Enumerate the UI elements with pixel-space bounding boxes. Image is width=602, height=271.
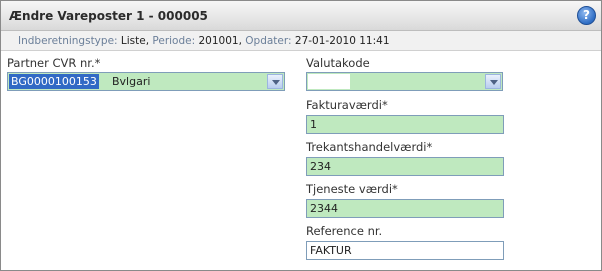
- partner-cvr-select[interactable]: BG0000100153 Bvlgari: [7, 72, 285, 91]
- title-bar: Ændre Vareposter 1 - 000005 ?: [1, 1, 601, 31]
- dialog-title: Ændre Vareposter 1 - 000005: [9, 9, 208, 23]
- triangular-trade-value-field[interactable]: [306, 157, 504, 176]
- partner-cvr-label: Partner CVR nr.*: [7, 56, 101, 70]
- report-type-value: Liste,: [120, 35, 150, 47]
- service-value-field[interactable]: [306, 199, 504, 218]
- reference-number-label: Reference nr.: [306, 224, 383, 238]
- chevron-down-icon[interactable]: [485, 74, 501, 89]
- updated-label: Opdater:: [245, 35, 292, 47]
- reference-number-field[interactable]: [306, 241, 504, 260]
- currency-code-value: [308, 74, 350, 89]
- period-label: Periode:: [152, 35, 196, 47]
- currency-code-select[interactable]: [306, 72, 503, 91]
- report-type-label: Indberetningstype:: [18, 35, 118, 47]
- currency-code-label: Valutakode: [306, 56, 370, 70]
- updated-value: 27-01-2010 11:41: [294, 35, 390, 47]
- triangular-trade-value-label: Trekantshandelværdi*: [306, 140, 433, 154]
- info-bar: Indberetningstype: Liste, Periode: 20100…: [1, 31, 601, 51]
- partner-code: BG0000100153: [9, 74, 99, 89]
- chevron-down-icon[interactable]: [267, 74, 283, 89]
- invoice-value-label: Fakturaværdi*: [306, 98, 388, 112]
- partner-name: Bvlgari: [112, 75, 151, 88]
- service-value-label: Tjeneste værdi*: [306, 182, 398, 196]
- period-value: 201001,: [198, 35, 242, 47]
- invoice-value-field[interactable]: [306, 115, 504, 134]
- edit-goods-entry-dialog: Ændre Vareposter 1 - 000005 ? Indberetni…: [0, 0, 602, 271]
- help-icon[interactable]: ?: [577, 6, 596, 25]
